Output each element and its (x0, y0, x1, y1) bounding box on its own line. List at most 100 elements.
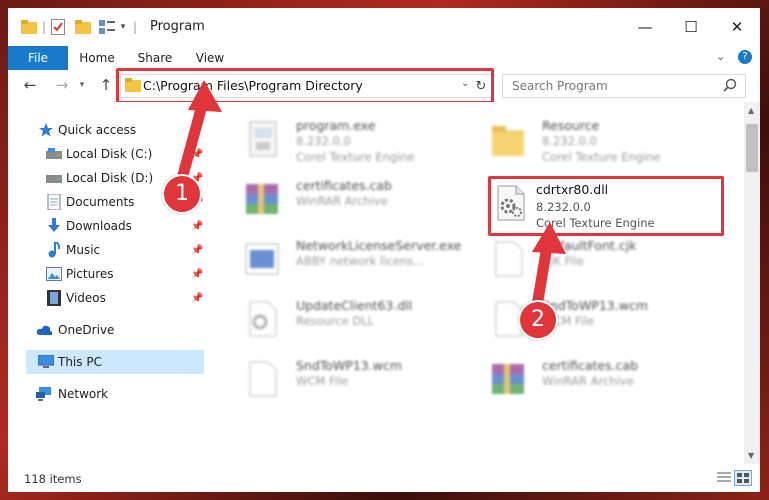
file-version: 8.232.0.0 (542, 134, 597, 148)
expand-ribbon-chevron-icon[interactable]: ⌄ (716, 50, 725, 63)
winrar-archive-icon (488, 358, 528, 400)
sidebar-item-label: Documents (66, 195, 135, 209)
toolbar-separator: | (41, 20, 47, 34)
status-bar: 118 items (8, 464, 760, 492)
sidebar-item-label: Videos (66, 291, 106, 305)
sidebar-item-this-pc[interactable]: This PC (26, 350, 204, 374)
window-title: Program (150, 19, 205, 34)
music-icon (46, 242, 62, 258)
search-input[interactable]: Search Program (502, 74, 746, 98)
address-highlight-box (116, 68, 494, 104)
exe-file-icon (242, 238, 282, 280)
file-name: SndToWP13.wcm (296, 358, 402, 373)
file-name: UpdateClient63.dll (296, 298, 413, 313)
sidebar-item-pictures[interactable]: Pictures 📌 (8, 262, 206, 286)
sidebar-item-label: Downloads (66, 219, 132, 233)
forward-arrow-icon[interactable]: → (52, 75, 72, 95)
sidebar-item-label: Local Disk (C:) (66, 147, 153, 161)
dll-gear-file-icon (242, 298, 282, 340)
file-name: certificates.cab (542, 358, 639, 373)
file-type: WCM File (296, 374, 349, 388)
sidebar-item-label: Music (66, 243, 101, 257)
file-type: Resource DLL (296, 314, 375, 328)
sidebar-item-label: This PC (58, 355, 102, 369)
cloud-icon (36, 322, 52, 338)
sidebar-item-local-disk-c[interactable]: Local Disk (C:) 📌 (8, 142, 206, 166)
search-placeholder: Search Program (512, 79, 608, 93)
file-name: certificates.cab (296, 178, 393, 193)
help-icon[interactable]: ? (738, 50, 752, 64)
back-arrow-icon[interactable]: ← (20, 75, 40, 95)
properties-icon[interactable] (98, 19, 116, 35)
item-count: 118 items (24, 472, 82, 486)
sidebar-item-label: Local Disk (D:) (66, 171, 154, 185)
file-item-defaultfont-cjk[interactable]: DefaultFont.cjk CJK File (488, 232, 728, 286)
folder-icon[interactable] (20, 19, 38, 35)
pictures-icon (46, 266, 62, 282)
file-type: CJK File (542, 254, 584, 268)
pin-icon[interactable]: 📌 (191, 149, 203, 160)
download-icon (46, 218, 62, 234)
blank-file-icon (242, 358, 282, 400)
file-description: Corel Texture Engine (542, 150, 661, 164)
blank-file-icon (488, 238, 528, 280)
scrollbar-thumb[interactable] (746, 124, 758, 172)
close-button[interactable]: ✕ (714, 8, 760, 46)
callout-badge-2: 2 (518, 300, 558, 340)
sidebar-item-label: Quick access (58, 123, 137, 137)
tab-view[interactable]: View (188, 46, 232, 70)
sidebar-item-music[interactable]: Music 📌 (8, 238, 206, 262)
tab-share[interactable]: Share (132, 46, 178, 70)
file-description: Corel Texture Engine (296, 150, 415, 164)
tab-home[interactable]: Home (74, 46, 120, 70)
pin-icon[interactable]: 📌 (191, 293, 203, 304)
scroll-down-arrow-icon[interactable]: ▼ (748, 451, 754, 460)
customize-toolbar-dropdown-icon[interactable]: ▾ (118, 19, 128, 35)
properties-check-icon[interactable] (50, 19, 66, 35)
sidebar-item-downloads[interactable]: Downloads 📌 (8, 214, 206, 238)
sidebar-item-videos[interactable]: Videos 📌 (8, 286, 206, 310)
file-name: NetworkLicenseServer.exe (296, 238, 462, 253)
up-arrow-icon[interactable]: ↑ (96, 75, 116, 95)
sidebar-item-label: Network (58, 387, 109, 401)
file-highlight-box (488, 176, 724, 236)
file-version: 8.232.0.0 (296, 134, 351, 148)
file-name: SndToWP13.wcm (542, 298, 648, 313)
sidebar-item-network[interactable]: Network (8, 382, 206, 406)
minimize-button[interactable]: — (622, 8, 668, 46)
maximize-button[interactable]: ☐ (668, 8, 714, 46)
file-item-certificates-cab[interactable]: certificates.cab WinRAR Archive (242, 172, 482, 226)
file-item-resource-folder[interactable]: Resource 8.232.0.0 Corel Texture Engine (488, 112, 728, 166)
file-list: program.exe 8.232.0.0 Corel Texture Engi… (206, 102, 744, 464)
exe-file-icon (242, 118, 282, 160)
file-item-sndtowp13-wcm[interactable]: SndToWP13.wcm WCM File (242, 352, 482, 406)
vertical-scrollbar[interactable]: ▲ ▼ (744, 102, 760, 464)
documents-icon (46, 194, 62, 210)
navigation-pane: Quick access Local Disk (C:) 📌 Local Dis… (8, 102, 206, 464)
new-folder-icon[interactable] (74, 19, 92, 35)
network-icon (36, 386, 52, 402)
recent-locations-dropdown-icon[interactable]: ▾ (72, 75, 92, 95)
file-item-updateclient63-dll[interactable]: UpdateClient63.dll Resource DLL (242, 292, 482, 346)
file-name: DefaultFont.cjk (542, 238, 637, 253)
sidebar-item-onedrive[interactable]: OneDrive (8, 318, 206, 342)
file-type: WinRAR Archive (542, 374, 634, 388)
star-icon (38, 122, 54, 138)
title-bar: | ▾ | Program — ☐ ✕ (8, 8, 760, 46)
file-type: WinRAR Archive (296, 194, 388, 208)
scroll-up-arrow-icon[interactable]: ▲ (748, 106, 754, 115)
pin-icon[interactable]: 📌 (191, 245, 203, 256)
details-view-icon[interactable] (716, 470, 732, 484)
file-item-networklicenseserver-exe[interactable]: NetworkLicenseServer.exe ABBY network li… (242, 232, 482, 286)
pin-icon[interactable]: 📌 (191, 221, 203, 232)
large-icons-view-icon[interactable] (734, 470, 752, 486)
sidebar-item-quick-access[interactable]: Quick access (8, 118, 206, 142)
address-row: ← → ▾ ↑ C:\Program Files\Program Directo… (8, 68, 760, 104)
drive-icon (46, 170, 62, 186)
tab-file[interactable]: File (8, 46, 68, 70)
file-item-program-exe[interactable]: program.exe 8.232.0.0 Corel Texture Engi… (242, 112, 482, 166)
videos-icon (46, 290, 62, 306)
file-item-certificates-cab[interactable]: certificates.cab WinRAR Archive (488, 352, 728, 406)
pin-icon[interactable]: 📌 (191, 269, 203, 280)
file-type: ABBY network licens... (296, 254, 425, 268)
